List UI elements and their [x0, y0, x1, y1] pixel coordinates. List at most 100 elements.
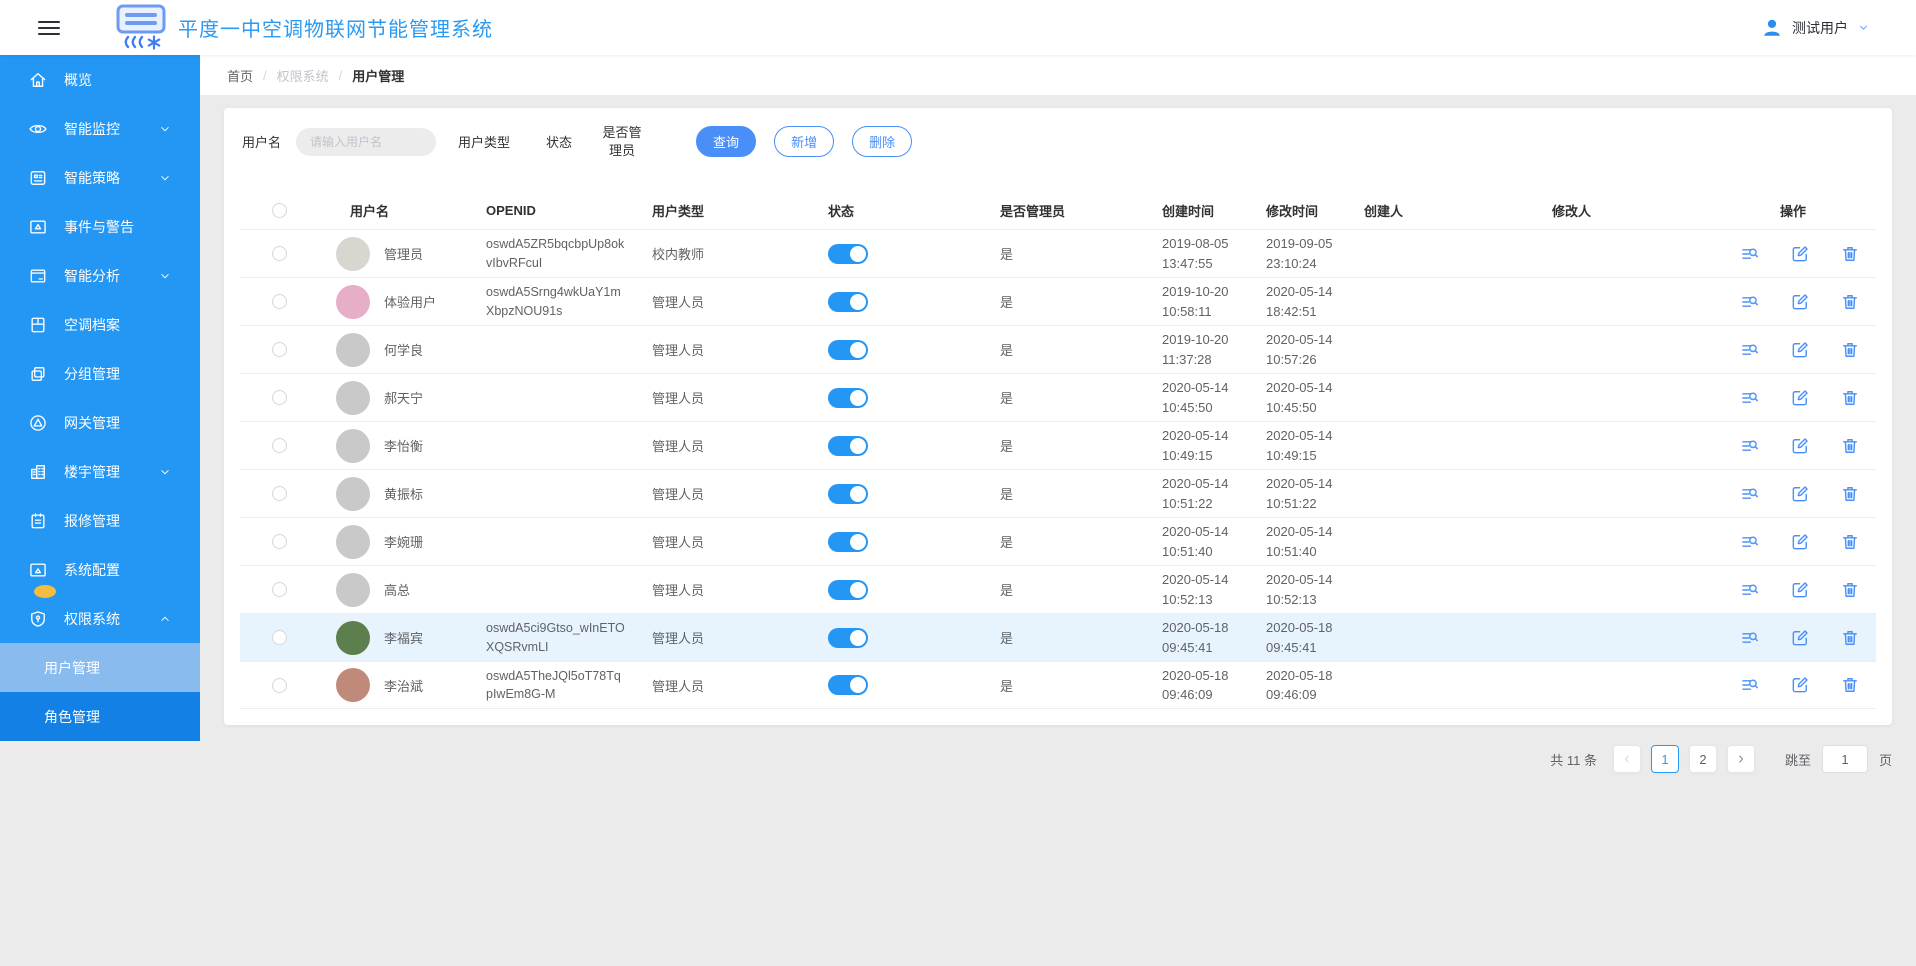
sidebar-item-repair-mgmt[interactable]: 报修管理: [0, 496, 200, 545]
edit-icon[interactable]: [1790, 675, 1810, 695]
edit-icon[interactable]: [1790, 532, 1810, 552]
row-select-radio[interactable]: [272, 294, 287, 310]
user-type: 管理人员: [652, 439, 705, 455]
prev-page-button[interactable]: [1612, 745, 1641, 774]
row-select-radio[interactable]: [272, 486, 287, 502]
edit-icon[interactable]: [1790, 292, 1810, 312]
status-toggle[interactable]: [828, 483, 868, 504]
delete-icon[interactable]: [1840, 340, 1860, 360]
sidebar-subitem-user-mgmt[interactable]: 用户管理: [0, 643, 200, 692]
alert-icon: [28, 217, 48, 237]
add-button[interactable]: 新增: [774, 126, 835, 158]
sidebar-item-smart-strategy[interactable]: 智能策略: [0, 153, 200, 202]
status-toggle[interactable]: [828, 531, 868, 552]
view-detail-icon[interactable]: [1740, 340, 1760, 360]
status-toggle[interactable]: [828, 675, 868, 696]
table-row: 管理员 oswdA5ZR5bqcbpUp8okvIbvRFcuI 校内教师 是 2019…: [240, 229, 1876, 277]
total-count: 共 11 条: [1550, 752, 1597, 768]
sidebar-item-overview[interactable]: 概览: [0, 55, 200, 104]
breadcrumb-item[interactable]: 首页: [227, 66, 253, 85]
sidebar-item-label: 智能监控: [64, 120, 120, 137]
is-admin: 是: [1000, 295, 1014, 311]
select-all-radio[interactable]: [272, 202, 287, 218]
status-toggle[interactable]: [828, 435, 868, 456]
view-detail-icon[interactable]: [1740, 292, 1760, 312]
sidebar-item-system-config[interactable]: 系统配置: [0, 545, 200, 598]
row-select-radio[interactable]: [272, 582, 287, 598]
table-row: 郝天宁 管理人员 是 2020-05-14 10:45:50 2020-05-14 10…: [240, 373, 1876, 421]
jump-page-input[interactable]: [1821, 745, 1868, 774]
column-header-username: 用户名: [350, 203, 390, 219]
row-select-radio[interactable]: [272, 246, 287, 262]
delete-button[interactable]: 删除: [852, 126, 913, 158]
sidebar-item-group-mgmt[interactable]: 分组管理: [0, 349, 200, 398]
status-toggle[interactable]: [828, 579, 868, 600]
delete-icon[interactable]: [1840, 388, 1860, 408]
view-detail-icon[interactable]: [1740, 532, 1760, 552]
row-select-radio[interactable]: [272, 390, 287, 406]
view-detail-icon[interactable]: [1740, 436, 1760, 456]
delete-icon[interactable]: [1840, 436, 1860, 456]
view-detail-icon[interactable]: [1740, 244, 1760, 264]
table-row: 李怡衡 管理人员 是 2020-05-14 10:49:15 2020-05-14 10…: [240, 421, 1876, 469]
edit-icon[interactable]: [1790, 388, 1810, 408]
sidebar-item-label: 楼宇管理: [64, 463, 120, 480]
menu-toggle-icon[interactable]: [38, 17, 60, 39]
username: 黄振标: [384, 487, 424, 503]
edit-icon[interactable]: [1790, 628, 1810, 648]
is-admin: 是: [1000, 391, 1014, 407]
view-detail-icon[interactable]: [1740, 675, 1760, 695]
edit-icon[interactable]: [1790, 244, 1810, 264]
edit-icon[interactable]: [1790, 340, 1810, 360]
edit-icon[interactable]: [1790, 484, 1810, 504]
view-detail-icon[interactable]: [1740, 580, 1760, 600]
row-select-radio[interactable]: [272, 342, 287, 358]
is-admin: 是: [1000, 583, 1014, 599]
sidebar-subitem-role-mgmt[interactable]: 角色管理: [0, 692, 200, 741]
user-menu[interactable]: 测试用户: [1761, 17, 1870, 39]
search-button[interactable]: 查询: [696, 126, 757, 158]
modified-at: 2020-05-14 10:45:50: [1266, 380, 1333, 415]
chevron-down-icon: [158, 122, 172, 136]
sidebar-item-ac-archive[interactable]: 空调档案: [0, 300, 200, 349]
edit-icon[interactable]: [1790, 436, 1810, 456]
delete-icon[interactable]: [1840, 628, 1860, 648]
avatar: [336, 524, 370, 559]
sidebar-item-gateway-mgmt[interactable]: 网关管理: [0, 398, 200, 447]
next-page-button[interactable]: [1726, 745, 1755, 774]
view-detail-icon[interactable]: [1740, 628, 1760, 648]
row-select-radio[interactable]: [272, 677, 287, 693]
status-toggle[interactable]: [828, 627, 868, 648]
delete-icon[interactable]: [1840, 675, 1860, 695]
delete-icon[interactable]: [1840, 244, 1860, 264]
sidebar-item-smart-monitor[interactable]: 智能监控: [0, 104, 200, 153]
page-button-1[interactable]: 1: [1650, 745, 1679, 774]
sidebar-item-building-mgmt[interactable]: 楼宇管理: [0, 447, 200, 496]
delete-icon[interactable]: [1840, 484, 1860, 504]
edit-icon[interactable]: [1790, 580, 1810, 600]
user-type: 管理人员: [652, 535, 705, 551]
sidebar-item-events-alerts[interactable]: 事件与警告: [0, 202, 200, 251]
sidebar-item-permission-system[interactable]: 权限系统: [0, 594, 200, 643]
status-toggle[interactable]: [828, 387, 868, 408]
is-admin: 是: [1000, 535, 1014, 551]
row-select-radio[interactable]: [272, 438, 287, 454]
user-type: 校内教师: [652, 247, 705, 263]
row-select-radio[interactable]: [272, 534, 287, 550]
view-detail-icon[interactable]: [1740, 484, 1760, 504]
status-toggle[interactable]: [828, 339, 868, 360]
shield-icon: [28, 609, 48, 629]
breadcrumb-item[interactable]: 权限系统: [277, 66, 329, 85]
sidebar-item-smart-analysis[interactable]: 智能分析: [0, 251, 200, 300]
delete-icon[interactable]: [1840, 532, 1860, 552]
created-at: 2020-05-14 10:49:15: [1162, 428, 1229, 463]
delete-icon[interactable]: [1840, 580, 1860, 600]
user-name: 测试用户: [1792, 19, 1848, 36]
username-filter-input[interactable]: [296, 127, 437, 156]
row-select-radio[interactable]: [272, 630, 287, 646]
view-detail-icon[interactable]: [1740, 388, 1760, 408]
delete-icon[interactable]: [1840, 292, 1860, 312]
status-toggle[interactable]: [828, 243, 868, 264]
page-button-2[interactable]: 2: [1688, 745, 1717, 774]
status-toggle[interactable]: [828, 291, 868, 312]
